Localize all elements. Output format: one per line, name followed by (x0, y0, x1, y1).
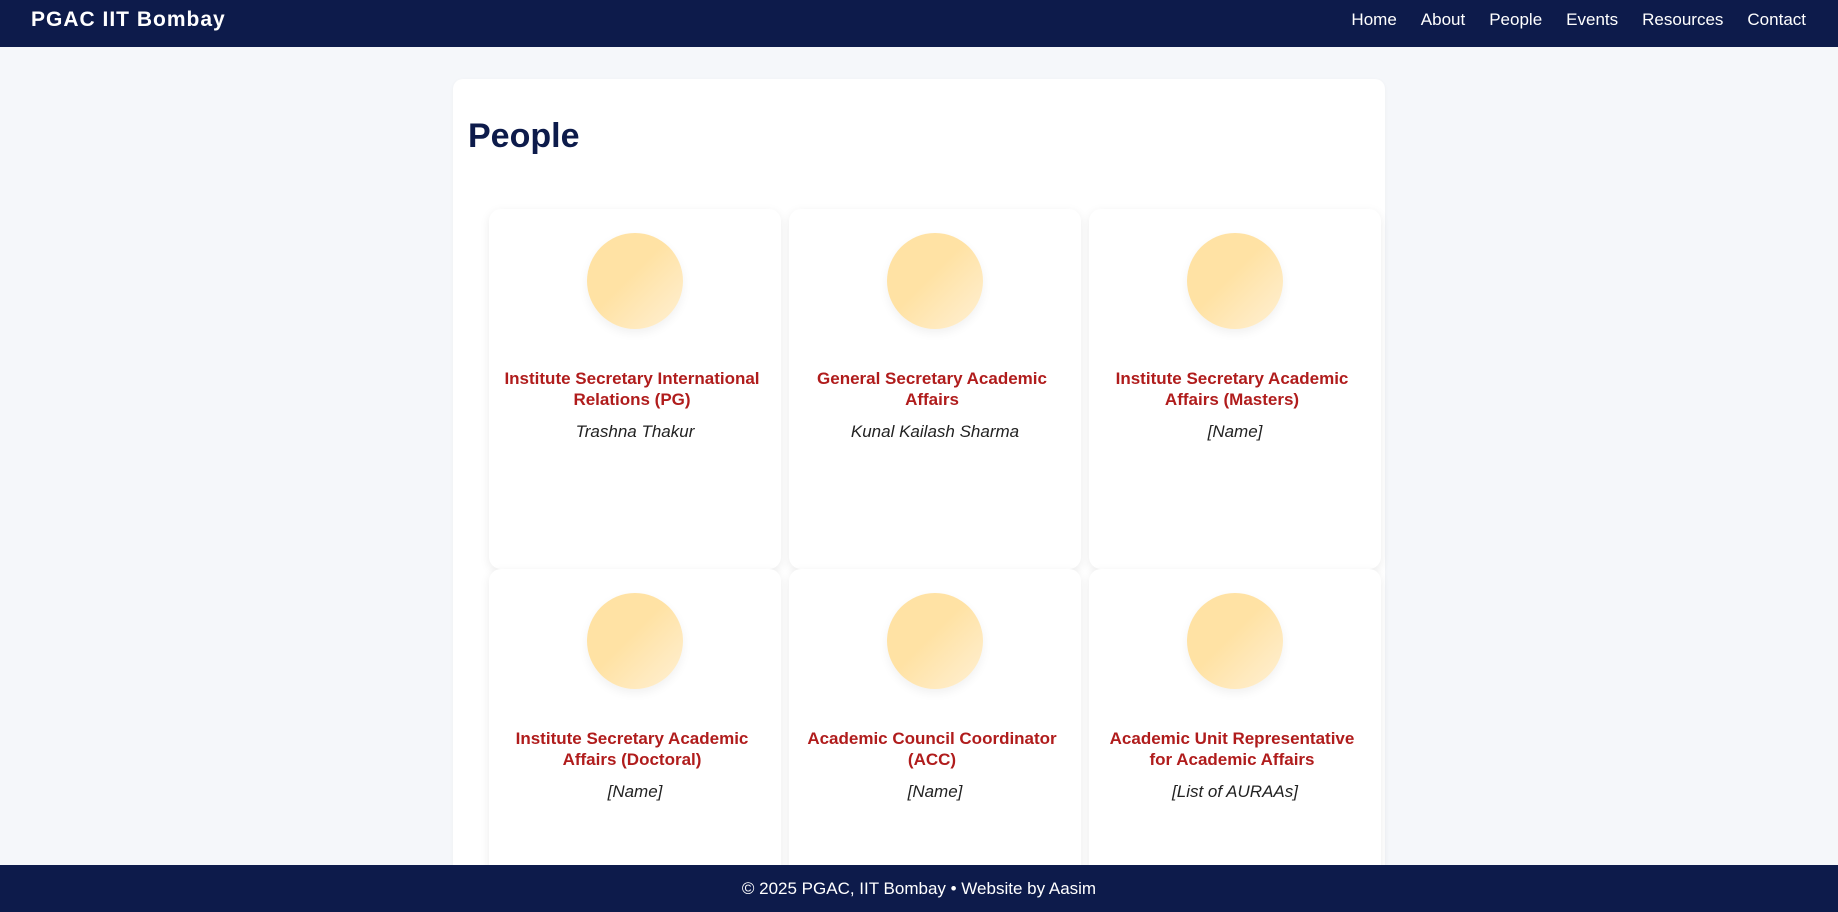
person-role: Institute Secretary Academic Affairs (Ma… (1115, 369, 1349, 409)
avatar (587, 593, 683, 689)
nav-events-link[interactable]: Events (1566, 10, 1618, 30)
footer-text: © 2025 PGAC, IIT Bombay • Website by Aas… (741, 878, 1097, 898)
avatar (887, 233, 983, 329)
nav-about-link[interactable]: About (1421, 10, 1465, 30)
site-brand[interactable]: PGAC IIT Bombay (31, 8, 226, 32)
people-grid: Institute Secretary International Relati… (489, 209, 1387, 912)
person-card: General Secretary Academic Affairs Kunal… (789, 209, 1081, 569)
main-nav: Home About People Events Resources Conta… (1327, 10, 1806, 30)
avatar (887, 593, 983, 689)
nav-contact-link[interactable]: Contact (1747, 10, 1806, 30)
person-role: Institute Secretary International Relati… (504, 369, 760, 409)
person-role: Institute Secretary Academic Affairs (Do… (515, 729, 749, 769)
person-card: Institute Secretary International Relati… (489, 209, 781, 569)
person-card: Academic Council Coordinator (ACC) [Name… (789, 569, 1081, 912)
top-navbar: PGAC IIT Bombay Home About People Events… (0, 0, 1838, 47)
avatar (1187, 233, 1283, 329)
site-footer: © 2025 PGAC, IIT Bombay • Website by Aas… (0, 865, 1838, 912)
person-name: [List of AURAAs] (1172, 782, 1298, 801)
person-name: Kunal Kailash Sharma (850, 422, 1020, 441)
person-card: Institute Secretary Academic Affairs (Do… (489, 569, 781, 912)
person-card: Academic Unit Representative for Academi… (1089, 569, 1381, 912)
person-role: Academic Unit Representative for Academi… (1109, 729, 1355, 769)
nav-people-link[interactable]: People (1489, 10, 1542, 30)
person-card: Institute Secretary Academic Affairs (Ma… (1089, 209, 1381, 569)
page-title: People (468, 117, 580, 155)
avatar (587, 233, 683, 329)
nav-resources-link[interactable]: Resources (1642, 10, 1723, 30)
person-name: [Name] (607, 782, 663, 801)
nav-home-link[interactable]: Home (1351, 10, 1396, 30)
person-role: Academic Council Coordinator (ACC) (807, 729, 1057, 769)
content-panel: People Institute Secretary International… (453, 79, 1385, 912)
avatar (1187, 593, 1283, 689)
person-name: Trashna Thakur (575, 422, 695, 441)
person-name: [Name] (907, 782, 963, 801)
person-role: General Secretary Academic Affairs (817, 369, 1047, 409)
person-name: [Name] (1207, 422, 1263, 441)
